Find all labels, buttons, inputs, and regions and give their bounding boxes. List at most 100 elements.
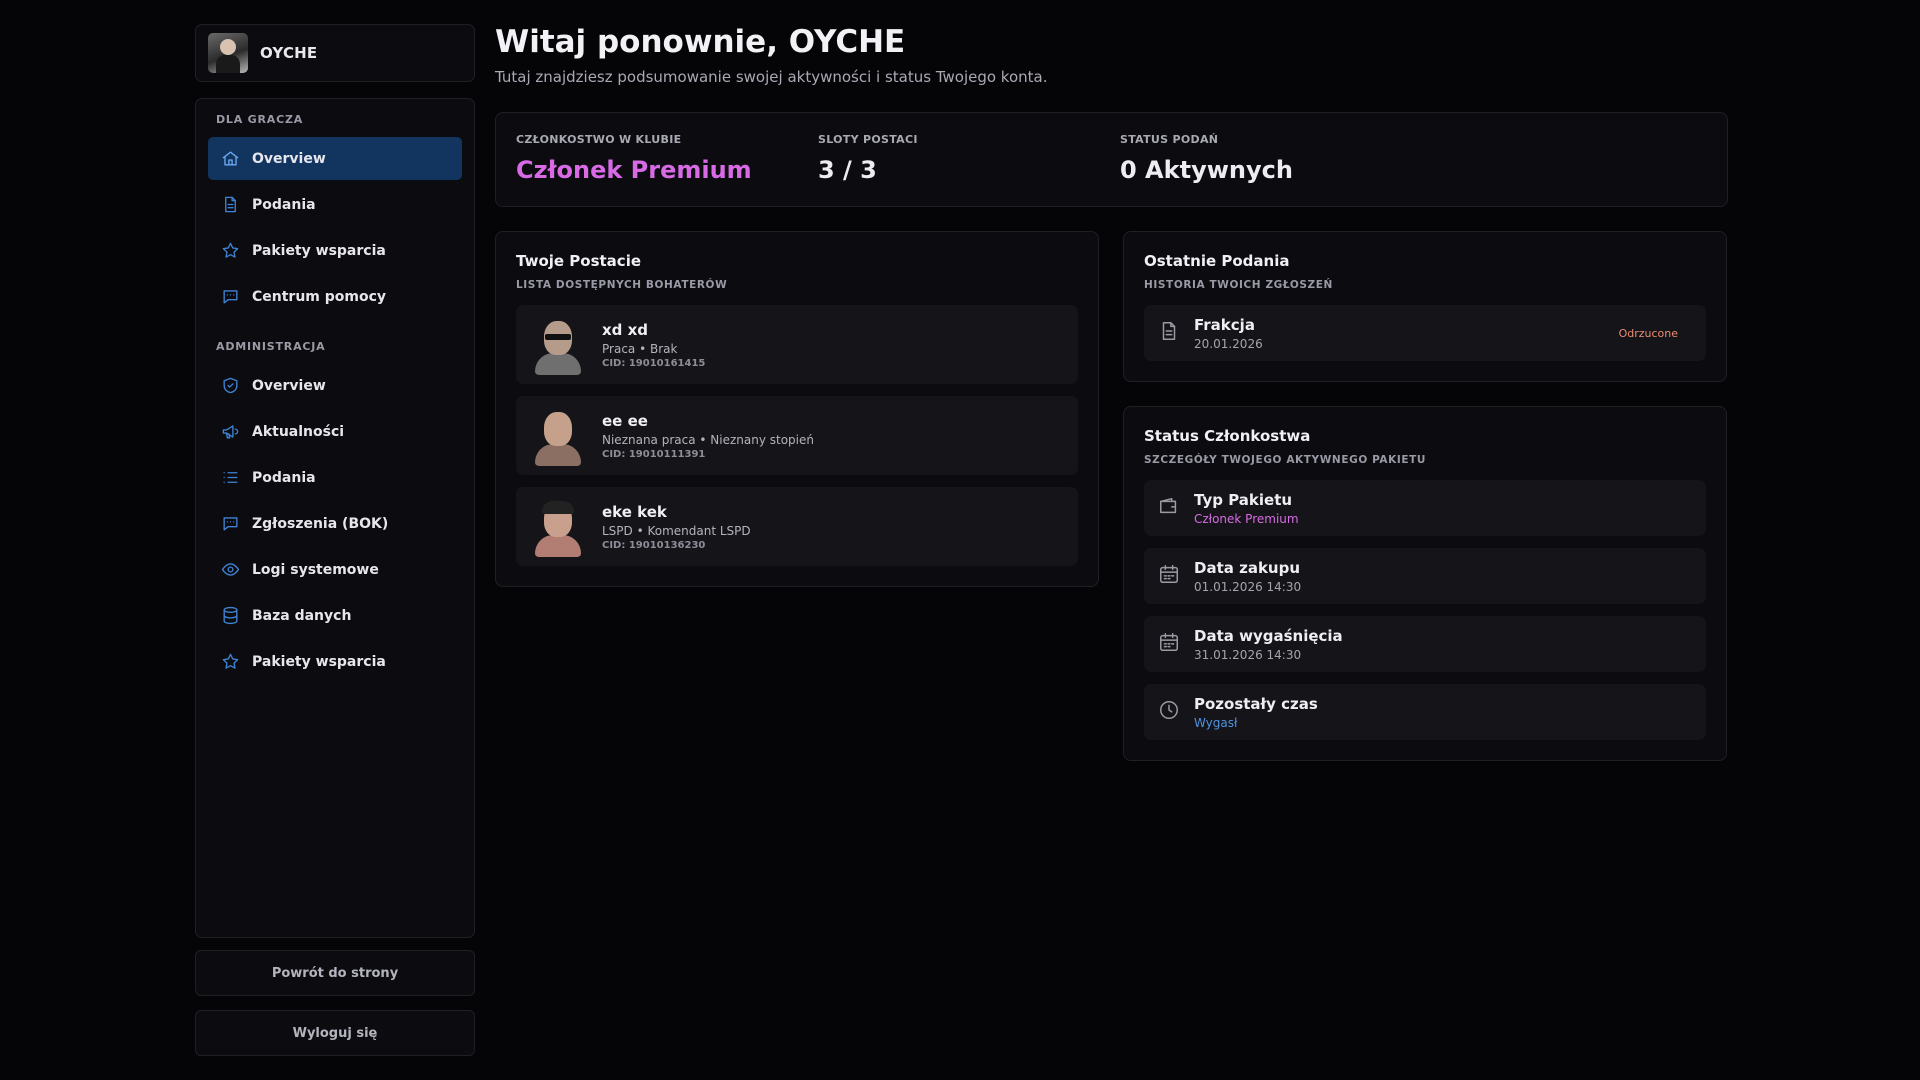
- home-icon: [220, 149, 240, 169]
- character-row[interactable]: eke kek LSPD • Komendant LSPD CID: 19010…: [516, 487, 1078, 566]
- sidebar-item-label: Overview: [252, 150, 326, 167]
- character-cid: CID: 19010161415: [602, 357, 706, 369]
- membership-label: Data zakupu: [1194, 558, 1301, 577]
- stat-character-slots: SLOTY POSTACI 3 / 3: [818, 133, 1120, 186]
- list-icon: [220, 468, 240, 488]
- sidebar-item-label: Pakiety wsparcia: [252, 653, 386, 670]
- sidebar-item-admin-podania[interactable]: Podania: [208, 456, 462, 499]
- sidebar-item-admin-pakiety[interactable]: Pakiety wsparcia: [208, 640, 462, 683]
- application-name: Frakcja: [1194, 315, 1255, 334]
- megaphone-icon: [220, 422, 240, 442]
- star-icon: [220, 652, 240, 672]
- eye-icon: [220, 560, 240, 580]
- character-avatar: [532, 406, 584, 466]
- character-name: xd xd: [602, 320, 649, 339]
- character-row[interactable]: ee ee Nieznana praca • Nieznany stopień …: [516, 396, 1078, 475]
- membership-value: 01.01.2026 14:30: [1194, 579, 1302, 594]
- character-job: Nieznana praca • Nieznany stopień: [602, 432, 814, 447]
- stat-value: 3 / 3: [818, 156, 877, 184]
- stats-card: CZŁONKOSTWO W KLUBIE Członek Premium SLO…: [495, 112, 1728, 207]
- character-cid: CID: 19010136230: [602, 539, 706, 551]
- document-icon: [220, 195, 240, 215]
- characters-panel: Twoje Postacie LISTA DOSTĘPNYCH BOHATERÓ…: [495, 231, 1099, 587]
- calendar-icon: [1158, 631, 1180, 657]
- status-badge: Odrzucone: [1618, 326, 1678, 340]
- stat-value: Członek Premium: [516, 156, 752, 184]
- stat-label: STATUS PODAŃ: [1120, 133, 1219, 146]
- panel-title: Twoje Postacie: [516, 252, 642, 270]
- membership-label: Data wygaśnięcia: [1194, 626, 1343, 645]
- profile-name: OYCHE: [260, 44, 318, 62]
- star-icon: [220, 241, 240, 261]
- membership-row-remaining-time: Pozostały czas Wygasł: [1144, 684, 1706, 740]
- sidebar-item-label: Podania: [252, 469, 316, 486]
- nav-section-player: DLA GRACZA: [216, 113, 304, 126]
- application-row[interactable]: Frakcja 20.01.2026 Odrzucone: [1144, 305, 1706, 361]
- sidebar-item-admin-overview[interactable]: Overview: [208, 364, 462, 407]
- sidebar-item-label: Overview: [252, 377, 326, 394]
- membership-row-purchase-date: Data zakupu 01.01.2026 14:30: [1144, 548, 1706, 604]
- chat-icon: [220, 287, 240, 307]
- sidebar-item-aktualnosci[interactable]: Aktualności: [208, 410, 462, 453]
- application-date: 20.01.2026: [1194, 336, 1263, 351]
- database-icon: [220, 606, 240, 626]
- chat-icon: [220, 514, 240, 534]
- logout-button[interactable]: Wyloguj się: [195, 1010, 475, 1056]
- profile-card[interactable]: OYCHE: [195, 24, 475, 82]
- membership-label: Pozostały czas: [1194, 694, 1318, 713]
- page-title: Witaj ponownie, OYCHE: [495, 24, 906, 60]
- sidebar-item-pakiety-wsparcia[interactable]: Pakiety wsparcia: [208, 229, 462, 272]
- wallet-icon: [1158, 495, 1180, 521]
- membership-row-expiry-date: Data wygaśnięcia 31.01.2026 14:30: [1144, 616, 1706, 672]
- sidebar-item-label: Pakiety wsparcia: [252, 242, 386, 259]
- sidebar-item-centrum-pomocy[interactable]: Centrum pomocy: [208, 275, 462, 318]
- recent-applications-panel: Ostatnie Podania HISTORIA TWOICH ZGŁOSZE…: [1123, 231, 1727, 382]
- sidebar-item-zgloszenia[interactable]: Zgłoszenia (BOK): [208, 502, 462, 545]
- sidebar-item-label: Aktualności: [252, 423, 345, 440]
- character-job: Praca • Brak: [602, 341, 678, 356]
- stat-label: CZŁONKOSTWO W KLUBIE: [516, 133, 682, 146]
- panel-title: Ostatnie Podania: [1144, 252, 1290, 270]
- membership-value: Członek Premium: [1194, 511, 1299, 526]
- panel-subtitle: LISTA DOSTĘPNYCH BOHATERÓW: [516, 279, 728, 291]
- back-to-site-button[interactable]: Powrót do strony: [195, 950, 475, 996]
- character-name: eke kek: [602, 502, 667, 521]
- sidebar-nav: DLA GRACZA Overview Podania Pakiety wspa…: [195, 98, 475, 938]
- character-avatar: [532, 315, 584, 375]
- character-job: LSPD • Komendant LSPD: [602, 523, 751, 538]
- right-column: Ostatnie Podania HISTORIA TWOICH ZGŁOSZE…: [1123, 231, 1727, 761]
- sidebar-item-podania[interactable]: Podania: [208, 183, 462, 226]
- avatar: [208, 33, 248, 73]
- nav-section-admin: ADMINISTRACJA: [216, 340, 326, 353]
- panel-title: Status Członkostwa: [1144, 427, 1311, 445]
- sidebar: OYCHE DLA GRACZA Overview Podania Pakiet…: [195, 24, 475, 1056]
- characters-list: xd xd Praca • Brak CID: 19010161415 ee e…: [516, 305, 1078, 566]
- page-subtitle: Tutaj znajdziesz podsumowanie swojej akt…: [495, 68, 1048, 86]
- panel-subtitle: SZCZEGÓŁY TWOJEGO AKTYWNEGO PAKIETU: [1144, 454, 1427, 466]
- membership-details-list: Typ Pakietu Członek Premium Data zakupu …: [1144, 480, 1706, 740]
- membership-status-panel: Status Członkostwa SZCZEGÓŁY TWOJEGO AKT…: [1123, 406, 1727, 761]
- sidebar-item-logi-systemowe[interactable]: Logi systemowe: [208, 548, 462, 591]
- character-row[interactable]: xd xd Praca • Brak CID: 19010161415: [516, 305, 1078, 384]
- main-content: Witaj ponownie, OYCHE Tutaj znajdziesz p…: [495, 24, 1728, 761]
- stat-membership: CZŁONKOSTWO W KLUBIE Członek Premium: [516, 133, 818, 186]
- character-avatar: [532, 497, 584, 557]
- clock-icon: [1158, 699, 1180, 725]
- stat-value: 0 Aktywnych: [1120, 156, 1293, 184]
- membership-value: 31.01.2026 14:30: [1194, 647, 1302, 662]
- character-name: ee ee: [602, 411, 648, 430]
- sidebar-item-overview[interactable]: Overview: [208, 137, 462, 180]
- stat-applications-status: STATUS PODAŃ 0 Aktywnych: [1120, 133, 1422, 186]
- sidebar-item-label: Zgłoszenia (BOK): [252, 515, 389, 532]
- sidebar-item-label: Baza danych: [252, 607, 352, 624]
- membership-value: Wygasł: [1194, 715, 1238, 730]
- character-cid: CID: 19010111391: [602, 448, 706, 460]
- membership-row-package-type: Typ Pakietu Członek Premium: [1144, 480, 1706, 536]
- calendar-icon: [1158, 563, 1180, 589]
- sidebar-item-label: Logi systemowe: [252, 561, 379, 578]
- shield-icon: [220, 376, 240, 396]
- applications-list: Frakcja 20.01.2026 Odrzucone: [1144, 305, 1706, 361]
- document-icon: [1158, 320, 1180, 346]
- stat-label: SLOTY POSTACI: [818, 133, 918, 146]
- sidebar-item-baza-danych[interactable]: Baza danych: [208, 594, 462, 637]
